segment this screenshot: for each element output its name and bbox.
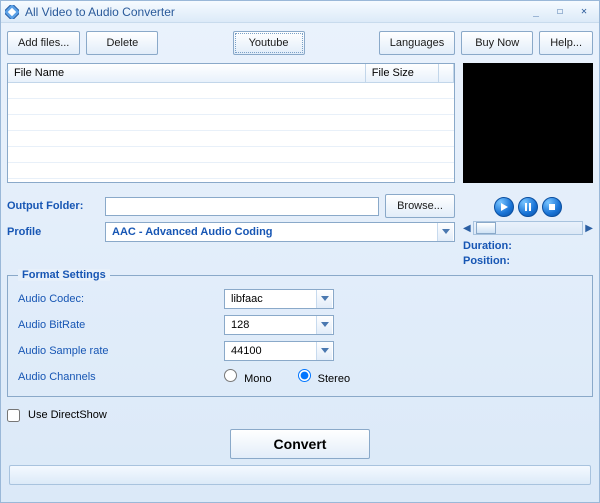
seek-right-icon[interactable]: ▶: [585, 223, 593, 234]
dropdown-arrow-icon: [316, 316, 332, 334]
app-window: All Video to Audio Converter _ ☐ ✕ Add f…: [0, 0, 600, 503]
output-folder-label: Output Folder:: [7, 200, 99, 212]
position-label: Position:: [463, 254, 593, 269]
add-files-button[interactable]: Add files...: [7, 31, 80, 55]
audio-channels-label: Audio Channels: [18, 371, 218, 383]
stop-button[interactable]: [542, 197, 562, 217]
play-button[interactable]: [494, 197, 514, 217]
preview-pane: [463, 63, 593, 183]
browse-button[interactable]: Browse...: [385, 194, 455, 218]
profile-combo[interactable]: AAC - Advanced Audio Coding: [105, 222, 455, 242]
window-title: All Video to Audio Converter: [25, 5, 175, 19]
mono-radio-input[interactable]: [224, 369, 237, 382]
duration-label: Duration:: [463, 239, 593, 254]
languages-button[interactable]: Languages: [379, 31, 455, 55]
format-settings-legend: Format Settings: [18, 269, 110, 281]
audio-codec-value: libfaac: [225, 293, 315, 305]
use-directshow-label: Use DirectShow: [28, 409, 107, 421]
column-header-name[interactable]: File Name: [8, 64, 365, 82]
audio-codec-combo[interactable]: libfaac: [224, 289, 334, 309]
window-controls: _ ☐ ✕: [529, 5, 595, 19]
dropdown-arrow-icon: [316, 290, 332, 308]
profile-value: AAC - Advanced Audio Coding: [106, 226, 436, 238]
pause-button[interactable]: [518, 197, 538, 217]
convert-button[interactable]: Convert: [230, 429, 370, 459]
seek-thumb[interactable]: [476, 222, 496, 234]
close-button[interactable]: ✕: [577, 5, 591, 19]
maximize-button[interactable]: ☐: [553, 5, 567, 19]
audio-sample-label: Audio Sample rate: [18, 345, 218, 357]
minimize-button[interactable]: _: [529, 5, 543, 19]
audio-bitrate-value: 128: [225, 319, 315, 331]
titlebar: All Video to Audio Converter _ ☐ ✕: [1, 1, 599, 23]
seek-track[interactable]: [473, 221, 584, 235]
seek-bar[interactable]: ◀ ▶: [463, 217, 593, 235]
seek-left-icon[interactable]: ◀: [463, 223, 471, 234]
playback-controls: [463, 193, 593, 217]
file-list[interactable]: File Name File Size: [7, 63, 455, 183]
audio-codec-label: Audio Codec:: [18, 293, 218, 305]
audio-sample-combo[interactable]: 44100: [224, 341, 334, 361]
dropdown-arrow-icon: [316, 342, 332, 360]
mono-radio-label: Mono: [244, 373, 272, 385]
stereo-radio[interactable]: Stereo: [298, 369, 350, 385]
profile-label: Profile: [7, 226, 99, 238]
column-header-size[interactable]: File Size: [365, 64, 439, 82]
column-header-spacer: [439, 64, 454, 82]
audio-sample-value: 44100: [225, 345, 315, 357]
dropdown-arrow-icon: [437, 223, 453, 241]
use-directshow-checkbox[interactable]: [7, 409, 20, 422]
app-logo-icon: [5, 5, 19, 19]
help-button[interactable]: Help...: [539, 31, 593, 55]
client-area: Add files... Delete Youtube Languages Bu…: [1, 23, 599, 502]
mono-radio[interactable]: Mono: [224, 369, 272, 385]
main-toolbar: Add files... Delete Youtube Languages Bu…: [7, 29, 593, 63]
format-settings-group: Format Settings Audio Codec: libfaac Aud…: [7, 275, 593, 397]
delete-button[interactable]: Delete: [86, 31, 158, 55]
output-folder-input[interactable]: [105, 197, 379, 216]
audio-bitrate-label: Audio BitRate: [18, 319, 218, 331]
youtube-button[interactable]: Youtube: [233, 31, 305, 55]
audio-bitrate-combo[interactable]: 128: [224, 315, 334, 335]
stereo-radio-input[interactable]: [298, 369, 311, 382]
buy-now-button[interactable]: Buy Now: [461, 31, 533, 55]
status-bar: [9, 465, 591, 485]
stereo-radio-label: Stereo: [318, 373, 350, 385]
